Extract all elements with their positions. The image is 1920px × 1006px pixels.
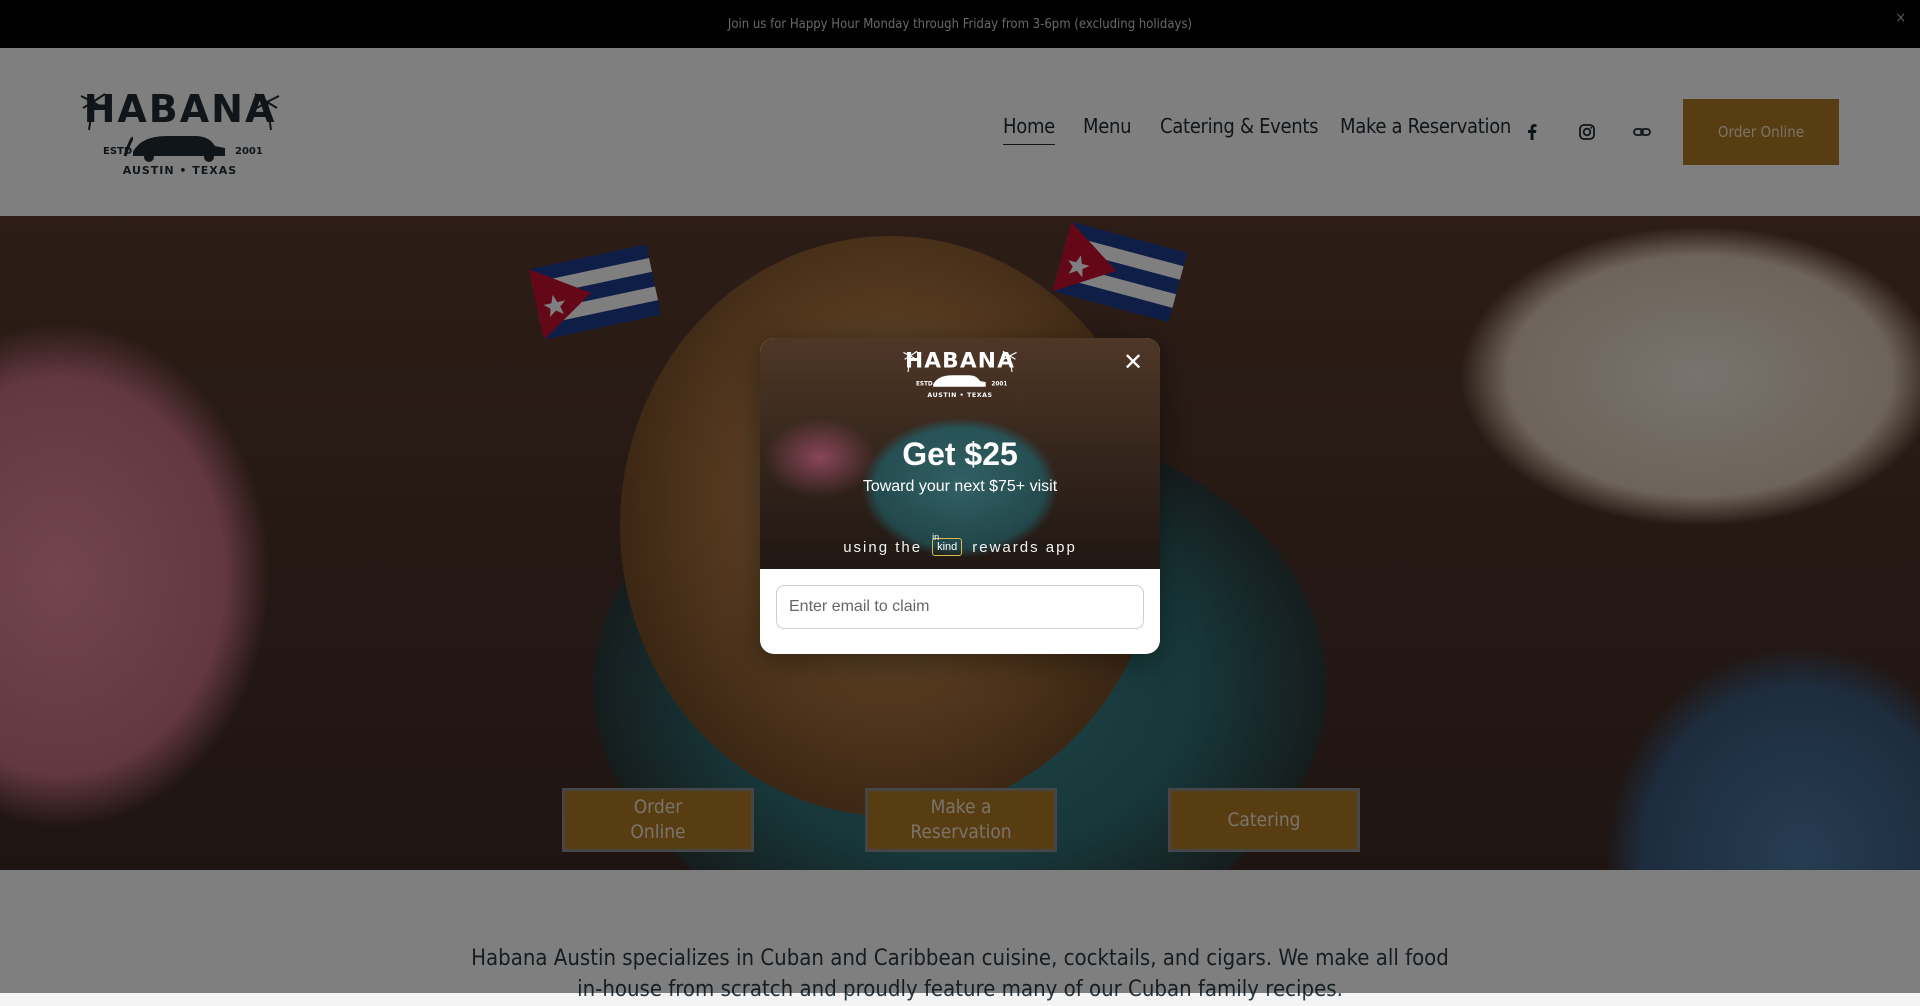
modal-subtitle: Toward your next $75+ visit	[862, 478, 1058, 495]
modal-logo-year: 2001	[991, 382, 1007, 388]
email-input[interactable]	[776, 585, 1144, 629]
modal-logo-est: ESTD	[916, 382, 933, 388]
inkind-logo-icon: in kind	[932, 532, 963, 556]
inkind-logo-top: in	[932, 532, 940, 542]
modal-logo-location: AUSTIN • TEXAS	[927, 392, 992, 399]
modal-using-prefix: using the	[843, 538, 923, 556]
modal-habana-logo: HABANA ESTD 2001 AUSTIN • TEXAS	[903, 348, 1017, 399]
modal-close-icon[interactable]: ✕	[1122, 351, 1144, 375]
modal-using-suffix: rewards app	[972, 538, 1077, 556]
modal-title: Get $25	[902, 436, 1018, 472]
rewards-modal: HABANA ESTD 2001 AUSTIN • TEXAS ✕ Get $2…	[760, 338, 1160, 654]
modal-app-line: using the in kind rewards app	[760, 532, 1160, 556]
inkind-logo-text: kind	[937, 541, 958, 553]
modal-logo-wordmark: HABANA	[905, 348, 1015, 373]
